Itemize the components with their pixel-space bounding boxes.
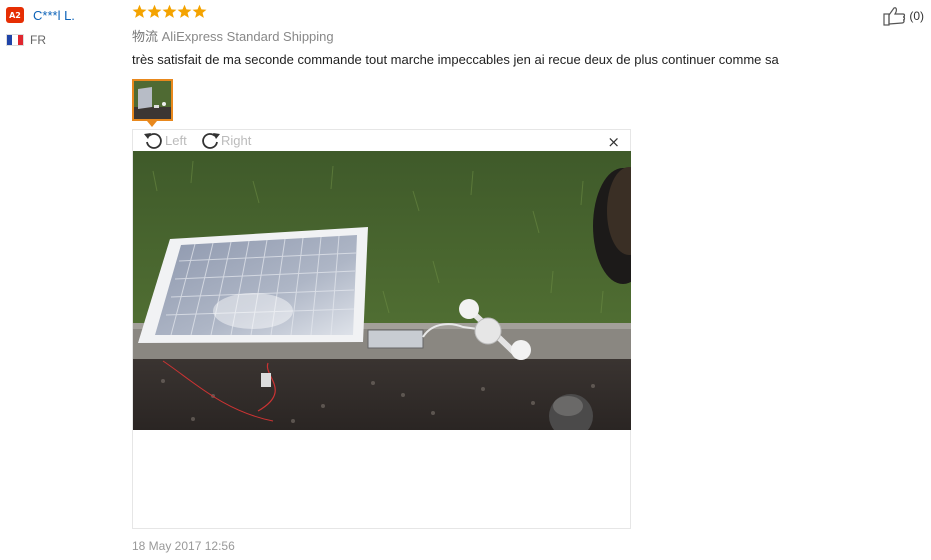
review-comment: très satisfait de ma seconde commande to…: [132, 52, 779, 67]
rotate-left-icon: [144, 133, 162, 149]
shipping-method: AliExpress Standard Shipping: [161, 29, 334, 44]
close-icon[interactable]: ×: [607, 133, 620, 151]
review-date: 18 May 2017 12:56: [132, 539, 235, 553]
star-icon: [192, 4, 207, 18]
rotate-right-button[interactable]: Right: [199, 130, 251, 150]
country-flag-icon: [6, 34, 24, 46]
photo-viewer-toolbar: Left Right ×: [133, 130, 630, 151]
logistics-label: 物流: [132, 29, 159, 44]
buyer-info: A2 C***l L. FR: [6, 6, 116, 47]
star-rating: [132, 4, 207, 19]
helpful-button[interactable]: (0): [883, 6, 924, 26]
review-photo-thumbnail[interactable]: [132, 79, 173, 121]
helpful-count: (0): [909, 9, 924, 23]
rotate-left-label: Left: [165, 132, 187, 148]
rotate-right-icon: [202, 133, 220, 149]
buyer-name[interactable]: C***l L.: [33, 8, 75, 23]
rotate-left-button[interactable]: Left: [143, 130, 187, 150]
star-icon: [147, 4, 162, 18]
star-icon: [177, 4, 192, 18]
review-photo: [133, 151, 631, 430]
thumbs-up-icon: [883, 7, 906, 26]
photo-viewer: Left Right ×: [132, 129, 631, 529]
star-icon: [162, 4, 177, 18]
buyer-level-badge: A2: [6, 7, 24, 23]
thumbnail-pointer: [147, 121, 157, 127]
star-icon: [132, 4, 147, 18]
shipping-info: 物流 AliExpress Standard Shipping: [132, 26, 334, 45]
rotate-right-label: Right: [221, 132, 252, 148]
buyer-country: FR: [30, 33, 46, 47]
